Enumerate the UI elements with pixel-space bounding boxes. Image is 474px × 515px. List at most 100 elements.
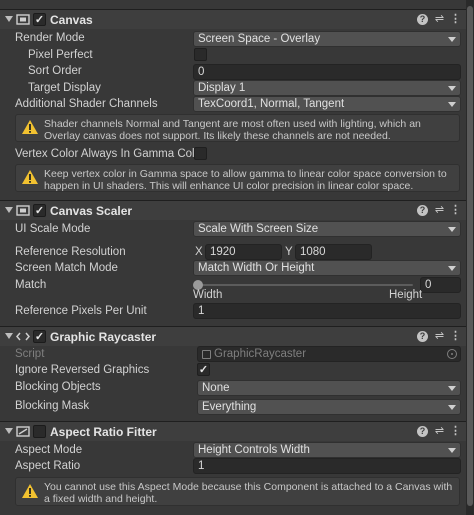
foldout-arrow-icon[interactable] bbox=[5, 16, 13, 22]
blocking-objects-dropdown[interactable]: None bbox=[197, 380, 461, 396]
shader-channels-value: TexCoord1, Normal, Tangent bbox=[198, 98, 345, 110]
canvas-title: Canvas bbox=[50, 13, 93, 27]
aspect-ratio-fitter-icon bbox=[16, 426, 30, 437]
match-slider-track[interactable] bbox=[197, 284, 413, 286]
canvas-icon bbox=[16, 14, 30, 25]
help-icon[interactable]: ? bbox=[417, 205, 428, 216]
render-mode-label: Render Mode bbox=[15, 32, 85, 44]
match-value-field[interactable]: 0 bbox=[420, 277, 461, 293]
warning-icon bbox=[22, 170, 38, 184]
shader-channels-label: Additional Shader Channels bbox=[15, 98, 158, 110]
aspect-ratio-fitter-component-header[interactable]: Aspect Ratio Fitter ? ⇌ ⋮ bbox=[0, 421, 466, 441]
graphic-raycaster-title: Graphic Raycaster bbox=[50, 330, 157, 344]
blocking-objects-label: Blocking Objects bbox=[15, 381, 101, 393]
graphic-raycaster-component-header[interactable]: ✓ Graphic Raycaster ? ⇌ ⋮ bbox=[0, 326, 466, 346]
canvas-scaler-component-header[interactable]: ✓ Canvas Scaler ? ⇌ ⋮ bbox=[0, 200, 466, 220]
resolution-y-field[interactable]: 1080 bbox=[295, 244, 372, 260]
match-label: Match bbox=[15, 279, 47, 291]
canvas-scaler-icon bbox=[16, 205, 30, 216]
reference-resolution-label: Reference Resolution bbox=[15, 246, 126, 258]
canvas-component-header[interactable]: ✓ Canvas ? ⇌ ⋮ bbox=[0, 9, 466, 29]
ignore-reversed-label: Ignore Reversed Graphics bbox=[15, 364, 150, 376]
target-display-label: Target Display bbox=[28, 82, 101, 94]
render-mode-value: Screen Space - Overlay bbox=[198, 33, 321, 45]
chevron-down-icon bbox=[448, 86, 456, 91]
chevron-down-icon bbox=[448, 102, 456, 107]
sort-order-field[interactable]: 0 bbox=[193, 64, 461, 80]
foldout-arrow-icon[interactable] bbox=[5, 333, 13, 339]
shader-channels-dropdown[interactable]: TexCoord1, Normal, Tangent bbox=[193, 96, 461, 112]
ui-scale-mode-label: UI Scale Mode bbox=[15, 223, 91, 235]
match-min-label: Width bbox=[193, 289, 223, 301]
shader-channels-warning-text: Shader channels Normal and Tangent are m… bbox=[44, 118, 421, 142]
preset-icon[interactable]: ⇌ bbox=[433, 425, 446, 438]
blocking-mask-value: Everything bbox=[202, 401, 257, 413]
foldout-arrow-icon[interactable] bbox=[5, 207, 13, 213]
blocking-objects-value: None bbox=[202, 382, 230, 394]
match-max-label: Height bbox=[389, 289, 423, 301]
render-mode-dropdown[interactable]: Screen Space - Overlay bbox=[193, 31, 461, 47]
preset-icon[interactable]: ⇌ bbox=[433, 330, 446, 343]
reference-ppu-label: Reference Pixels Per Unit bbox=[15, 305, 147, 317]
chevron-down-icon bbox=[448, 227, 456, 232]
foldout-arrow-icon[interactable] bbox=[5, 428, 13, 434]
chevron-down-icon bbox=[448, 448, 456, 453]
chevron-down-icon bbox=[448, 405, 456, 410]
sort-order-label: Sort Order bbox=[28, 65, 82, 77]
context-menu-icon[interactable]: ⋮ bbox=[449, 330, 462, 343]
script-object-field: GraphicRaycaster bbox=[197, 346, 461, 362]
warning-icon bbox=[22, 120, 38, 134]
vertex-color-checkbox[interactable] bbox=[194, 147, 207, 160]
context-menu-icon[interactable]: ⋮ bbox=[449, 204, 462, 217]
screen-match-mode-value: Match Width Or Height bbox=[198, 262, 315, 274]
blocking-mask-dropdown[interactable]: Everything bbox=[197, 399, 461, 415]
pixel-perfect-checkbox[interactable] bbox=[194, 48, 207, 61]
warning-icon bbox=[22, 483, 38, 498]
blocking-mask-label: Blocking Mask bbox=[15, 400, 90, 412]
script-file-icon bbox=[202, 350, 211, 359]
pixel-perfect-label: Pixel Perfect bbox=[28, 49, 93, 61]
aspect-mode-value: Height Controls Width bbox=[198, 444, 310, 456]
preset-icon[interactable]: ⇌ bbox=[433, 204, 446, 217]
scrollbar-thumb[interactable] bbox=[467, 6, 473, 506]
resolution-x-field[interactable]: 1920 bbox=[205, 244, 282, 260]
aspect-ratio-label: Aspect Ratio bbox=[15, 460, 81, 472]
reference-ppu-field[interactable]: 1 bbox=[193, 303, 461, 319]
chevron-down-icon bbox=[448, 37, 456, 42]
object-picker-icon bbox=[447, 349, 457, 359]
aspect-ratio-field[interactable]: 1 bbox=[193, 458, 461, 474]
ui-scale-mode-dropdown[interactable]: Scale With Screen Size bbox=[193, 221, 461, 237]
script-value: GraphicRaycaster bbox=[214, 348, 307, 360]
aspect-mode-label: Aspect Mode bbox=[15, 444, 83, 456]
vertex-color-warning-text: Keep vertex color in Gamma space to allo… bbox=[44, 168, 447, 192]
canvas-scaler-title: Canvas Scaler bbox=[50, 204, 133, 218]
context-menu-icon[interactable]: ⋮ bbox=[449, 13, 462, 26]
aspect-mode-warning: You cannot use this Aspect Mode because … bbox=[15, 477, 460, 506]
aspect-ratio-fitter-title: Aspect Ratio Fitter bbox=[50, 425, 157, 439]
script-label: Script bbox=[15, 348, 45, 360]
graphic-raycaster-enabled-checkbox[interactable]: ✓ bbox=[33, 330, 46, 343]
help-icon[interactable]: ? bbox=[417, 14, 428, 25]
chevron-down-icon bbox=[448, 266, 456, 271]
canvas-scaler-enabled-checkbox[interactable]: ✓ bbox=[33, 204, 46, 217]
help-icon[interactable]: ? bbox=[417, 426, 428, 437]
ignore-reversed-checkbox[interactable]: ✓ bbox=[197, 363, 210, 376]
target-display-value: Display 1 bbox=[198, 82, 246, 94]
aspect-mode-warning-text: You cannot use this Aspect Mode because … bbox=[44, 481, 453, 505]
canvas-enabled-checkbox[interactable]: ✓ bbox=[33, 13, 46, 26]
ui-scale-mode-value: Scale With Screen Size bbox=[198, 223, 319, 235]
inspector-scrollbar[interactable] bbox=[466, 0, 474, 515]
resolution-x-label: X bbox=[195, 246, 203, 258]
resolution-y-label: Y bbox=[285, 246, 293, 258]
chevron-down-icon bbox=[448, 386, 456, 391]
preset-icon[interactable]: ⇌ bbox=[433, 13, 446, 26]
vertex-color-warning: Keep vertex color in Gamma space to allo… bbox=[15, 164, 460, 192]
screen-match-mode-dropdown[interactable]: Match Width Or Height bbox=[193, 260, 461, 276]
shader-channels-warning: Shader channels Normal and Tangent are m… bbox=[15, 114, 460, 142]
target-display-dropdown[interactable]: Display 1 bbox=[193, 80, 461, 96]
context-menu-icon[interactable]: ⋮ bbox=[449, 425, 462, 438]
aspect-ratio-fitter-enabled-checkbox[interactable] bbox=[33, 425, 46, 438]
aspect-mode-dropdown[interactable]: Height Controls Width bbox=[193, 442, 461, 458]
screen-match-mode-label: Screen Match Mode bbox=[15, 262, 118, 274]
help-icon[interactable]: ? bbox=[417, 331, 428, 342]
